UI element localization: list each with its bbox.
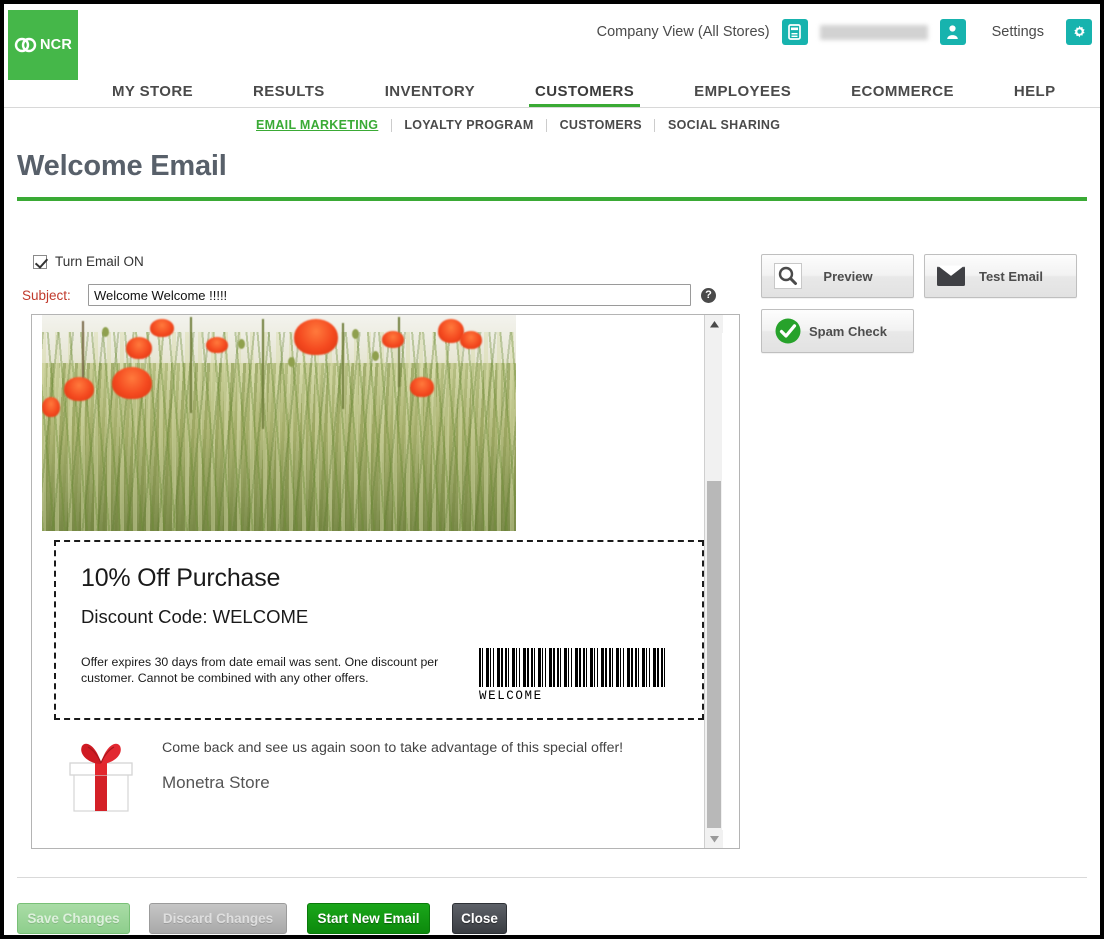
bottom-divider [17,877,1087,878]
barcode-icon [479,648,665,687]
nav-employees[interactable]: EMPLOYEES [694,83,791,107]
coupon-box: 10% Off Purchase Discount Code: WELCOME … [54,540,704,720]
title-divider [17,197,1087,201]
preview-scrollbar[interactable] [704,315,723,848]
subnav-divider [390,118,392,132]
logo-text: NCR [39,37,72,53]
envelope-icon [934,261,968,291]
scroll-down-arrow-icon[interactable] [705,830,723,848]
email-preview-body: 10% Off Purchase Discount Code: WELCOME … [32,315,723,848]
help-question-icon[interactable]: ? [701,287,716,303]
spam-check-button[interactable]: Spam Check [761,309,914,353]
company-view-label: Company View (All Stores) [596,24,770,40]
subnav-divider [654,118,656,132]
subnav-divider [546,118,548,132]
page-title: Welcome Email [17,150,227,182]
email-footer-message: Come back and see us again soon to take … [162,740,624,756]
discard-changes-button[interactable]: Discard Changes [149,903,287,934]
subnav-email-marketing[interactable]: EMAIL MARKETING [256,118,378,132]
green-check-circle-icon [771,316,805,346]
user-profile-icon[interactable] [939,19,966,45]
turn-email-on-label: Turn Email ON [55,254,144,269]
top-bar-right: Company View (All Stores) Settings [597,15,1092,49]
turn-email-on-checkbox[interactable] [33,254,47,269]
close-button[interactable]: Close [452,903,507,934]
gift-box-glyph [69,743,133,812]
user-name-redacted [819,24,928,40]
coupon-barcode-wrap: WELCOME [479,648,665,703]
save-changes-button[interactable]: Save Changes [17,903,130,934]
nav-help[interactable]: HELP [1014,83,1056,107]
user-profile-glyph [947,25,958,39]
coupon-fine-print: Offer expires 30 days from date email wa… [81,655,439,685]
spam-check-button-label: Spam Check [808,323,888,339]
settings-label[interactable]: Settings [992,24,1044,40]
email-preview-panel: 10% Off Purchase Discount Code: WELCOME … [31,314,740,849]
coupon-headline: 10% Off Purchase [81,564,281,592]
scroll-up-arrow-icon[interactable] [705,315,723,333]
barcode-label: WELCOME [479,689,543,703]
envelope-glyph [937,265,965,286]
hero-poppy-field-image [42,315,516,531]
turn-email-on-row[interactable]: Turn Email ON [33,254,144,269]
subject-input[interactable] [88,284,691,306]
nav-results[interactable]: RESULTS [253,83,325,107]
store-card-icon[interactable] [781,19,808,45]
green-check-glyph [775,318,801,344]
test-email-button[interactable]: Test Email [924,254,1077,298]
nav-inventory[interactable]: INVENTORY [385,83,475,107]
subject-label: Subject: [22,287,71,303]
coupon-discount-code: Discount Code: WELCOME [81,606,309,627]
sub-navigation: EMAIL MARKETING LOYALTY PROGRAM CUSTOMER… [4,110,1100,140]
nav-customers[interactable]: CUSTOMERS [528,83,641,107]
subnav-customers[interactable]: CUSTOMERS [560,118,642,132]
subnav-social-sharing[interactable]: SOCIAL SHARING [668,118,780,132]
top-bar: NCR Company View (All Stores) Settings [4,4,1100,80]
magnifier-glyph [774,263,802,289]
scroll-down-glyph [709,835,719,842]
gear-icon[interactable] [1066,19,1092,45]
main-navigation: MY STORE RESULTS INVENTORY CUSTOMERS EMP… [4,73,1100,108]
preview-button-label: Preview [823,268,873,284]
magnifier-search-icon [771,261,805,291]
ncr-infinity-icon [14,37,37,53]
subnav-loyalty-program[interactable]: LOYALTY PROGRAM [404,118,533,132]
nav-ecommerce[interactable]: ECOMMERCE [851,83,954,107]
scrollbar-thumb[interactable] [707,481,721,828]
preview-button[interactable]: Preview [761,254,914,298]
store-card-glyph [788,24,801,40]
app-window: NCR Company View (All Stores) Settings M… [4,4,1100,935]
scroll-up-glyph [709,320,719,327]
test-email-button-label: Test Email [978,268,1044,284]
gift-box-icon [62,737,140,815]
subject-row: Subject: ? [22,284,716,306]
email-footer-store-name: Monetra Store [162,773,270,792]
start-new-email-button[interactable]: Start New Email [307,903,430,934]
ncr-logo[interactable]: NCR [8,10,78,80]
nav-my-store[interactable]: MY STORE [112,83,193,107]
gear-glyph [1073,25,1085,37]
